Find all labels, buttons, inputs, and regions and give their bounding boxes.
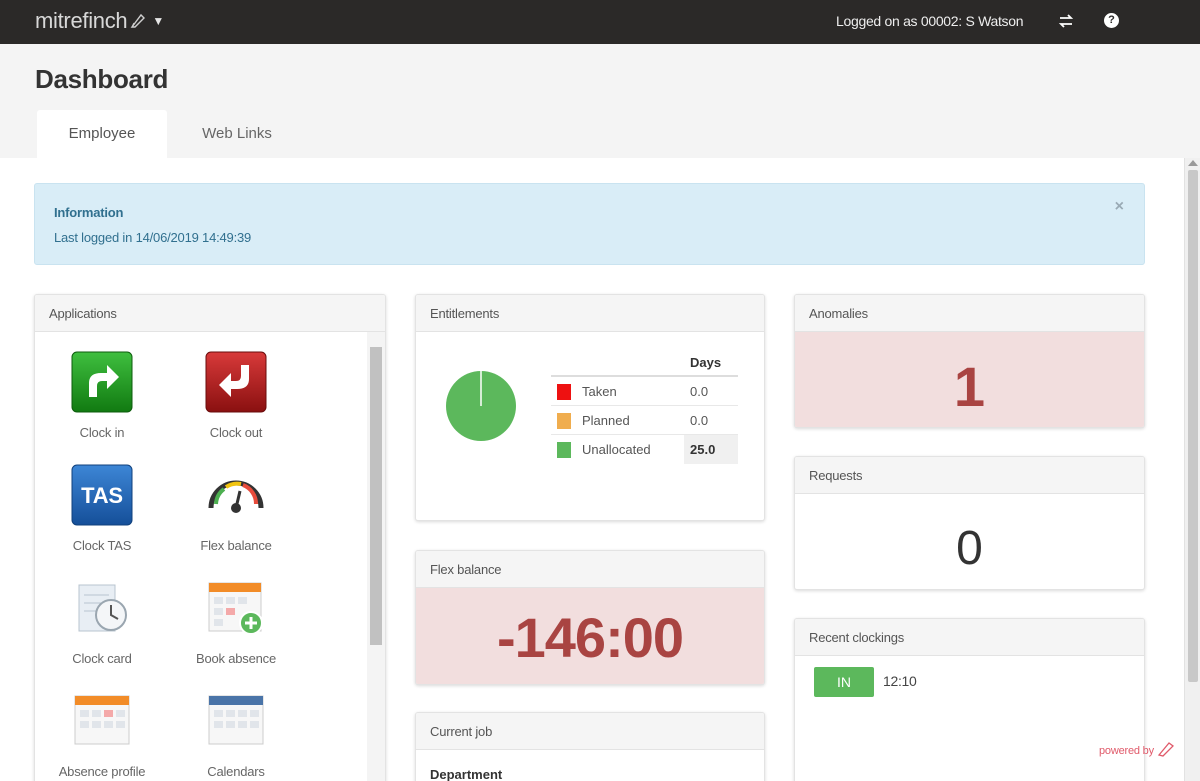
panel-title: Flex balance [416, 551, 764, 588]
information-alert: Information Last logged in 14/06/2019 14… [34, 183, 1145, 265]
page-header: Dashboard Employee Web Links [0, 44, 1200, 158]
clocking-time: 12:10 [883, 673, 917, 689]
app-book-absence[interactable]: Book absence [171, 577, 301, 666]
anomalies-count: 1 [795, 332, 1144, 427]
brand-menu[interactable]: mitrefinch ▼ [35, 8, 164, 34]
requests-panel[interactable]: Requests 0 [794, 456, 1145, 590]
entitlements-table: Days Taken 0.0 Planned 0.0 Unallocated 2… [551, 353, 738, 464]
page-scrollbar[interactable] [1184, 158, 1200, 781]
recent-clockings-panel: Recent clockings IN 12:10 [794, 618, 1145, 781]
table-header: Days [551, 353, 738, 377]
calendar-icon [74, 695, 130, 745]
clocking-type-badge: IN [814, 667, 874, 697]
calendars-icon [208, 695, 264, 745]
clock-card-icon [78, 584, 127, 632]
app-calendars[interactable]: Calendars [171, 690, 301, 779]
entitlements-pie-chart [446, 371, 516, 441]
close-icon[interactable]: × [1115, 198, 1124, 216]
alert-title: Information [54, 205, 124, 220]
row-label: Unallocated [582, 442, 651, 457]
anomalies-panel[interactable]: Anomalies 1 [794, 294, 1145, 428]
current-job-panel: Current job Department [415, 712, 765, 781]
app-label: Absence profile [58, 764, 146, 779]
powered-by-label: powered by [1099, 745, 1154, 757]
entitlements-panel: Entitlements Days Taken 0.0 Planned 0.0 … [415, 294, 765, 521]
brand-name: mitrefinch [35, 8, 128, 33]
row-value: 0.0 [690, 384, 709, 399]
flex-balance-value: -146:00 [416, 588, 764, 684]
table-row: Taken 0.0 [551, 377, 738, 406]
pen-nib-logo-icon [1157, 742, 1174, 757]
requests-count: 0 [956, 522, 983, 575]
logged-on-user: Logged on as 00002: S Watson [836, 13, 1024, 29]
tas-icon: TAS [71, 464, 133, 526]
row-label: Planned [582, 413, 630, 428]
app-clock-out[interactable]: Clock out [171, 351, 301, 440]
row-value: 25.0 [684, 435, 738, 464]
applications-scroll-thumb[interactable] [370, 347, 382, 645]
app-clock-tas[interactable]: TAS Clock TAS [37, 464, 167, 553]
app-flex-balance[interactable]: Flex balance [171, 464, 301, 553]
legend-swatch-planned [557, 413, 571, 429]
table-row: Planned 0.0 [551, 406, 738, 435]
clock-in-arrow-icon [71, 351, 133, 413]
legend-swatch-unallocated [557, 442, 571, 458]
app-label: Flex balance [200, 538, 272, 553]
panel-title: Anomalies [795, 295, 1144, 332]
app-clock-in[interactable]: Clock in [37, 351, 167, 440]
app-label: Clock card [72, 651, 132, 666]
app-label: Clock out [209, 425, 263, 440]
clock-out-arrow-icon [205, 351, 267, 413]
panel-title: Recent clockings [795, 619, 1144, 656]
alert-message: Last logged in 14/06/2019 14:49:39 [54, 230, 252, 245]
panel-title: Applications [35, 295, 385, 332]
tab-web-links[interactable]: Web Links [172, 110, 302, 158]
legend-swatch-taken [557, 384, 571, 400]
top-navbar: mitrefinch ▼ Logged on as 00002: S Watso… [0, 0, 1200, 44]
app-absence-profile[interactable]: Absence profile [37, 690, 167, 779]
powered-by: powered by [1099, 741, 1175, 757]
department-label: Department [430, 767, 503, 781]
app-label: Clock in [79, 425, 125, 440]
switch-user-icon[interactable] [1058, 11, 1074, 31]
tas-icon-text: TAS [81, 483, 123, 508]
page-title: Dashboard [35, 64, 169, 94]
row-value: 0.0 [690, 413, 709, 428]
gauge-icon [208, 480, 264, 513]
calendar-add-icon [208, 582, 263, 635]
dashboard-content: Information Last logged in 14/06/2019 14… [0, 158, 1184, 781]
days-column-header: Days [690, 355, 722, 370]
scroll-up-arrow-icon[interactable] [1188, 160, 1198, 166]
app-label: Book absence [196, 651, 276, 666]
row-label: Taken [582, 384, 617, 399]
app-label: Clock TAS [72, 538, 132, 553]
applications-panel: Applications Clock in Clock out TAS Cloc… [34, 294, 386, 781]
app-clock-card[interactable]: Clock card [37, 577, 167, 666]
pen-nib-icon [130, 13, 146, 28]
panel-title: Entitlements [416, 295, 764, 332]
app-label: Calendars [207, 764, 265, 779]
chevron-down-icon: ▼ [152, 14, 164, 28]
flex-balance-panel: Flex balance -146:00 [415, 550, 765, 685]
tab-employee[interactable]: Employee [37, 110, 167, 158]
page-scroll-thumb[interactable] [1188, 170, 1198, 682]
table-row: Unallocated 25.0 [551, 435, 738, 464]
panel-title: Requests [795, 457, 1144, 494]
panel-title: Current job [416, 713, 764, 750]
help-icon[interactable]: ? [1104, 13, 1119, 28]
